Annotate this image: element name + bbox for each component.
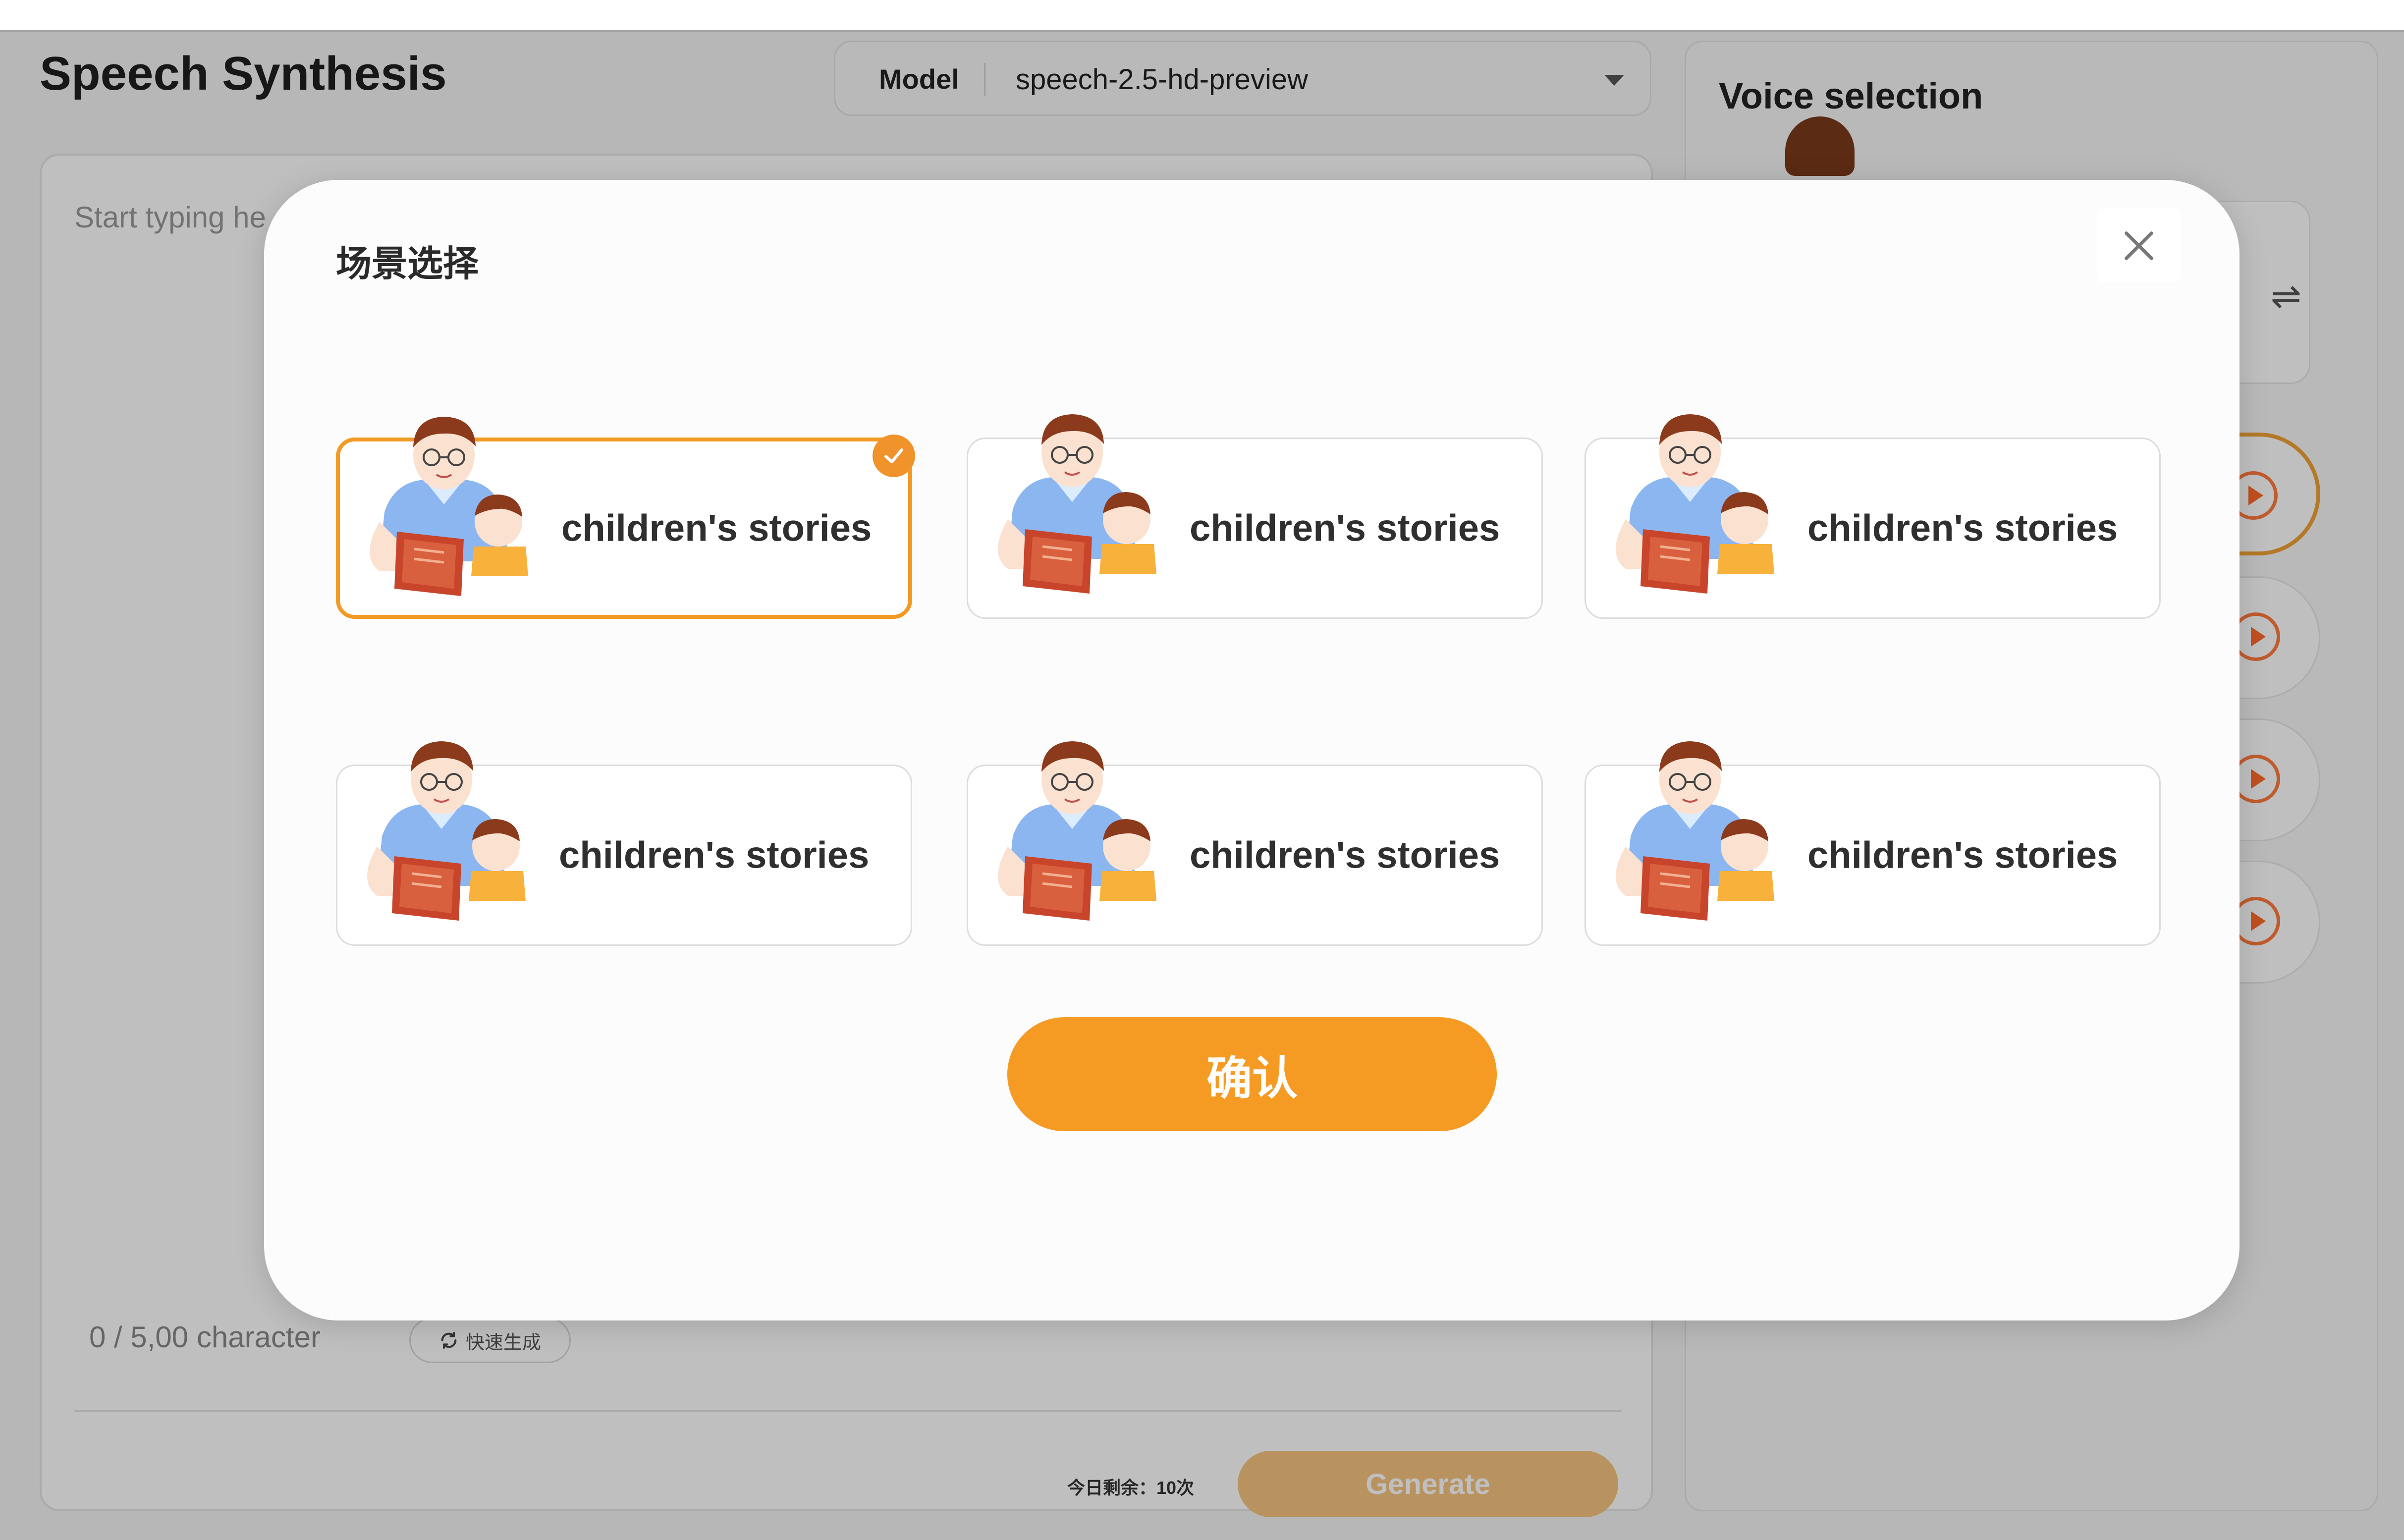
scene-selection-modal: 场景选择 children's stories children's stori… — [264, 180, 2240, 1320]
modal-title: 场景选择 — [336, 244, 479, 284]
scene-label: children's stories — [559, 834, 870, 877]
scene-card[interactable]: children's stories — [1584, 741, 2161, 946]
parent-child-reading-illustration — [370, 417, 528, 596]
close-button[interactable] — [2097, 208, 2181, 282]
parent-child-reading-illustration — [1616, 414, 1774, 594]
scene-label: children's stories — [561, 507, 872, 550]
parent-child-reading-illustration — [998, 414, 1156, 594]
scene-card[interactable]: children's stories — [967, 414, 1543, 619]
parent-child-reading-illustration — [998, 741, 1156, 921]
scene-label: children's stories — [1190, 507, 1500, 550]
scene-label: children's stories — [1807, 834, 2118, 877]
parent-child-reading-illustration — [367, 741, 526, 921]
parent-child-reading-illustration — [1616, 741, 1774, 921]
scene-card[interactable]: children's stories — [1584, 414, 2161, 619]
confirm-button[interactable]: 确认 — [1007, 1017, 1497, 1131]
scene-card[interactable]: children's stories — [967, 741, 1543, 946]
check-icon — [873, 435, 915, 477]
scene-card[interactable]: children's stories — [336, 741, 912, 946]
close-icon — [2125, 231, 2153, 260]
scene-card[interactable]: children's stories — [336, 417, 915, 619]
scene-label: children's stories — [1190, 834, 1500, 877]
scene-label: children's stories — [1807, 507, 2118, 550]
